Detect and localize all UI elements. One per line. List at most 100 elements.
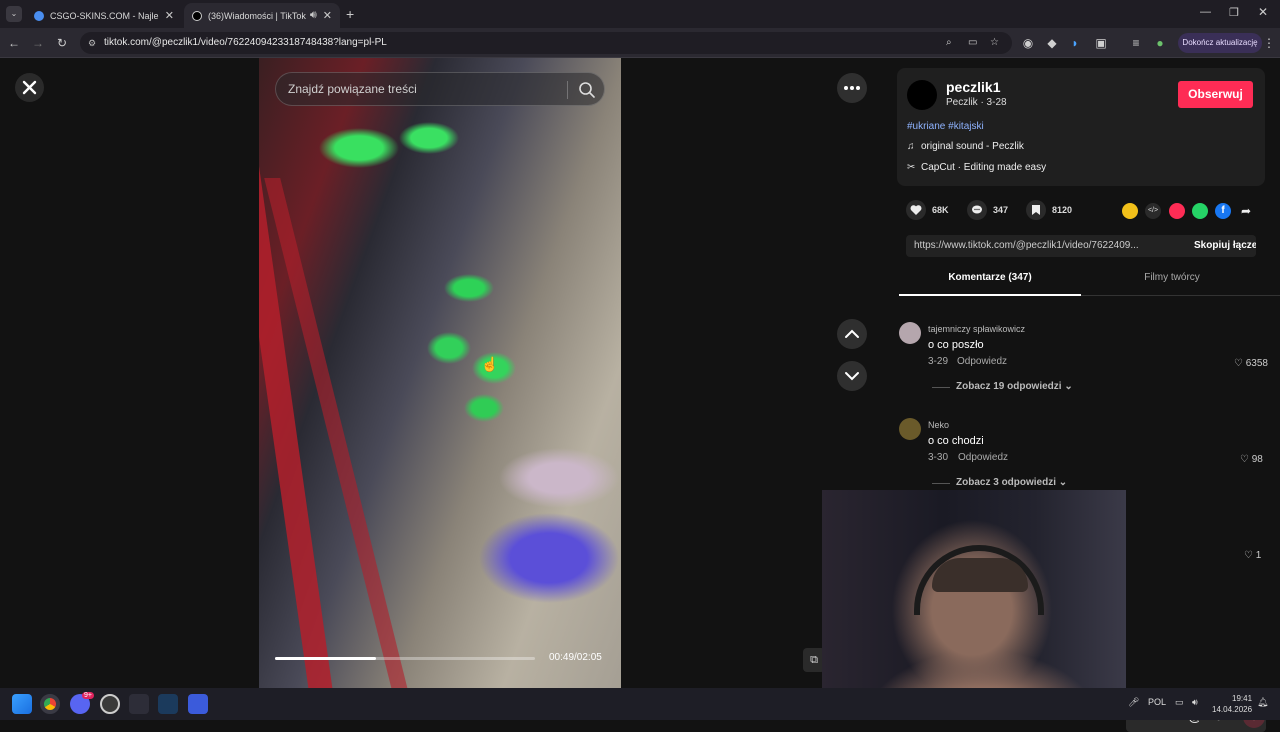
mouse-cursor-icon: ☝ [481, 356, 499, 372]
csgo-favicon-icon [34, 10, 44, 21]
comment-date: 3-30 [928, 452, 949, 463]
app-icon[interactable] [129, 694, 149, 714]
close-icon [22, 80, 37, 95]
close-tab-icon[interactable]: ✕ [165, 9, 174, 22]
chevron-up-icon [845, 329, 859, 338]
maximize-button[interactable]: ❐ [1229, 6, 1239, 19]
volume-icon[interactable]: 🔊︎ [1192, 697, 1198, 708]
close-tab-icon[interactable]: ✕ [323, 9, 332, 22]
forward-icon[interactable]: → [29, 34, 47, 52]
comment-text: o co poszło [928, 339, 984, 351]
comment-username[interactable]: Neko [928, 420, 949, 430]
video-progress-fill [275, 657, 377, 660]
comment-date: 3-29 [928, 356, 949, 367]
tiktok-favicon-icon [192, 10, 202, 21]
comment-like[interactable]: ♡ 6358 [1234, 358, 1268, 369]
network-icon[interactable]: ▭ [1175, 697, 1184, 708]
search-input[interactable]: Znajdź powiązane treści [288, 82, 417, 96]
address-bar[interactable]: ⚙ tiktok.com/@peczlik1/video/76224094233… [80, 32, 1012, 54]
obs-icon[interactable] [100, 694, 120, 714]
previous-video-button[interactable] [837, 319, 867, 349]
search-divider [567, 81, 568, 99]
reply-button[interactable]: Odpowiedz [957, 356, 1007, 367]
creator-subline: Peczlik · 3-28 [946, 97, 1007, 108]
comment-username[interactable]: tajemniczy spławikowicz [928, 324, 1025, 334]
speaker-icon[interactable]: 🔊︎ [310, 9, 317, 22]
heart-outline-icon: ♡ [1240, 454, 1249, 465]
heart-outline-icon: ♡ [1244, 550, 1253, 561]
embed-icon[interactable]: </> [1145, 203, 1161, 219]
next-video-button[interactable] [837, 361, 867, 391]
related-search-bar[interactable]: Znajdź powiązane treści [275, 72, 605, 106]
hashtags[interactable]: #ukriane #kitajski [907, 121, 984, 132]
like-stat[interactable]: 68K [906, 200, 949, 220]
send-icon[interactable] [1169, 203, 1185, 219]
creator-card: peczlik1 Peczlik · 3-28 Obserwuj #ukrian… [897, 68, 1265, 186]
copy-link-button[interactable]: Skopiuj łącze [1194, 235, 1256, 257]
menu-kebab-icon[interactable]: ⋮ [1260, 34, 1278, 52]
comment-like[interactable]: ♡ 98 [1240, 454, 1263, 465]
sound-row[interactable]: ♫ original sound - Peczlik [907, 141, 1024, 152]
reply-button[interactable]: Odpowiedz [958, 452, 1008, 463]
extension-icon[interactable]: ◆ [1043, 34, 1061, 52]
active-tab-indicator [899, 294, 1081, 296]
zoom-icon[interactable]: ⌕ [946, 32, 952, 54]
share-arrow-icon[interactable]: ➦ [1238, 203, 1254, 219]
avatar[interactable] [907, 80, 937, 110]
comment-bubble-icon [967, 200, 987, 220]
browser-tab-csgo[interactable]: CSGO-SKINS.COM - Najlepsze ✕ [26, 3, 182, 28]
microphone-icon[interactable]: 🎤︎ [1128, 697, 1139, 708]
video-time: 00:49/02:05 [549, 652, 602, 663]
webcam-hair [932, 558, 1028, 592]
search-icon[interactable] [578, 81, 596, 99]
browser-tab-tiktok[interactable]: (36)Wiadomości | TikTok 🔊︎ ✕ [184, 3, 340, 28]
more-dots-icon [844, 86, 860, 90]
profile-avatar[interactable]: ● [1151, 34, 1169, 52]
bookmark-star-icon[interactable]: ☆ [990, 32, 999, 54]
share-link-field[interactable]: https://www.tiktok.com/@peczlik1/video/7… [906, 235, 1256, 257]
view-replies-button[interactable]: Zobacz 3 odpowiedzi ⌄ [956, 477, 1067, 488]
language-indicator[interactable]: POL [1148, 697, 1166, 707]
view-replies-button[interactable]: Zobacz 19 odpowiedzi ⌄ [956, 381, 1073, 392]
cast-icon[interactable]: ▭ [968, 32, 977, 54]
close-video-button[interactable] [15, 73, 44, 102]
creator-username[interactable]: peczlik1 [946, 79, 1000, 95]
save-stat[interactable]: 8120 [1026, 200, 1072, 220]
follow-button[interactable]: Obserwuj [1178, 81, 1253, 108]
comment-stat[interactable]: 347 [967, 200, 1008, 220]
avatar[interactable] [899, 418, 921, 440]
extension-icon[interactable]: ◉ [1019, 34, 1037, 52]
video-player[interactable]: ☝ [259, 58, 621, 688]
extension-icon[interactable]: ◗ [1066, 34, 1084, 52]
video-progress-bar[interactable] [275, 657, 535, 660]
site-info-icon[interactable]: ⚙ [88, 32, 96, 54]
clock-time[interactable]: 19:41 [1232, 694, 1252, 703]
whatsapp-icon[interactable] [1192, 203, 1208, 219]
capcut-row[interactable]: ✂ CapCut · Editing made easy [907, 162, 1046, 173]
media-controls-icon[interactable]: ≡ [1127, 34, 1145, 52]
comment-like[interactable]: ♡ 1 [1244, 550, 1261, 561]
tab-comments[interactable]: Komentarze (347) [899, 272, 1081, 296]
back-icon[interactable]: ← [5, 34, 23, 52]
clock-date[interactable]: 14.04.2026 [1212, 705, 1252, 714]
more-options-button[interactable] [837, 73, 867, 103]
chrome-icon[interactable] [40, 694, 60, 714]
update-button[interactable]: Dokończ aktualizację [1178, 33, 1262, 53]
close-window-button[interactable]: ✕ [1258, 5, 1268, 19]
facebook-icon[interactable]: f [1215, 203, 1231, 219]
avatar[interactable] [899, 322, 921, 344]
coin-icon[interactable] [1122, 203, 1138, 219]
steam-icon[interactable] [158, 694, 178, 714]
windows-start-icon[interactable] [12, 694, 32, 714]
new-tab-button[interactable]: + [346, 6, 354, 22]
music-note-icon: ♫ [907, 141, 915, 152]
extensions-puzzle-icon[interactable]: ▣ [1092, 34, 1110, 52]
browser-tab-strip: ⌄ CSGO-SKINS.COM - Najlepsze ✕ (36)Wiado… [0, 0, 1280, 28]
tab-creator-videos[interactable]: Filmy twórcy [1081, 272, 1263, 296]
reload-icon[interactable]: ↻ [53, 34, 71, 52]
notification-bell-icon[interactable]: 🔔︎ [1257, 697, 1268, 708]
app-icon[interactable] [188, 694, 208, 714]
minimize-button[interactable]: — [1200, 6, 1211, 18]
webcam-overlay [822, 490, 1126, 720]
tab-search-button[interactable]: ⌄ [6, 6, 22, 22]
